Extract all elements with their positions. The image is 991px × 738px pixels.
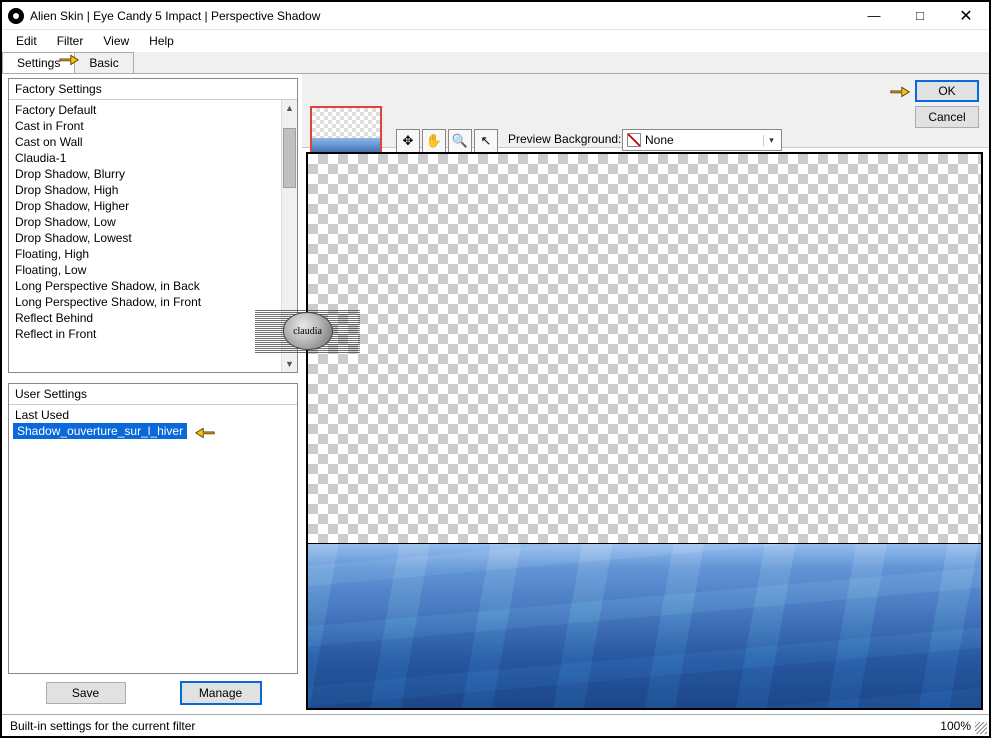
app-icon [8,8,24,24]
statusbar: Built-in settings for the current filter… [2,714,989,736]
tab-settings[interactable]: Settings [2,52,75,73]
tutorial-pointer-icon [889,82,911,100]
menu-view[interactable]: View [93,32,139,50]
preview-tools: ✥ ✋ 🔍 ↖ [396,129,498,153]
minimize-button[interactable]: ― [851,3,897,29]
preview-bg-value: None [645,133,674,147]
preview-canvas[interactable] [306,152,983,710]
window-controls: ― □ ✕ [851,3,989,29]
list-item[interactable]: Drop Shadow, Low [9,214,297,230]
preview-bg-label: Preview Background: [508,132,621,146]
hand-tool-icon[interactable]: ✋ [422,129,446,153]
save-button[interactable]: Save [46,682,126,704]
list-item[interactable]: Floating, Low [9,262,297,278]
cancel-button[interactable]: Cancel [915,106,979,128]
zoom-level: 100% [940,719,971,733]
maximize-button[interactable]: □ [897,3,943,29]
titlebar: Alien Skin | Eye Candy 5 Impact | Perspe… [2,2,989,30]
menu-edit[interactable]: Edit [6,32,47,50]
zoom-tool-icon[interactable]: 🔍 [448,129,472,153]
list-item[interactable]: Last Used [9,407,297,423]
list-item[interactable]: Drop Shadow, Lowest [9,230,297,246]
left-panel: Factory Settings Factory Default Cast in… [2,74,302,714]
move-tool-icon[interactable]: ✥ [396,129,420,153]
menubar: Edit Filter View Help [2,30,989,52]
list-item[interactable]: Factory Default [9,102,297,118]
ok-button[interactable]: OK [915,80,979,102]
list-item[interactable]: Cast on Wall [9,134,297,150]
user-settings-list[interactable]: User Settings Last Used Shadow_ouverture… [8,383,298,674]
tab-basic[interactable]: Basic [74,52,133,73]
factory-header: Factory Settings [9,79,297,100]
list-item[interactable]: Reflect Behind [9,310,297,326]
tutorial-pointer-icon [194,423,216,441]
list-item[interactable]: Drop Shadow, High [9,182,297,198]
tabbar: Settings Basic [2,52,989,74]
scroll-down-icon[interactable]: ▼ [282,356,297,372]
user-header: User Settings [9,384,297,405]
menu-help[interactable]: Help [139,32,184,50]
manage-button[interactable]: Manage [181,682,261,704]
list-item-selected[interactable]: Shadow_ouverture_sur_l_hiver [13,423,187,439]
preset-buttons: Save Manage [8,674,298,712]
list-item[interactable]: Claudia-1 [9,150,297,166]
factory-list-body: Factory Default Cast in Front Cast on Wa… [9,100,297,372]
preview-thumbnail[interactable] [310,106,382,158]
list-item[interactable]: Floating, High [9,246,297,262]
right-panel: OK Cancel ✥ ✋ 🔍 ↖ Preview Background: [302,74,989,714]
chevron-down-icon: ▾ [763,135,781,146]
resize-grip-icon[interactable] [975,722,987,734]
list-item[interactable]: Cast in Front [9,118,297,134]
preview-bg-select[interactable]: None ▾ [622,129,782,151]
factory-scrollbar[interactable]: ▲ ▼ [281,100,297,372]
list-item[interactable]: Reflect in Front [9,326,297,342]
content-area: Factory Settings Factory Default Cast in… [2,74,989,714]
list-item[interactable]: Long Perspective Shadow, in Front [9,294,297,310]
close-button[interactable]: ✕ [943,3,989,29]
list-item[interactable]: Drop Shadow, Blurry [9,166,297,182]
toolbar-area: OK Cancel ✥ ✋ 🔍 ↖ Preview Background: [302,74,989,148]
none-swatch-icon [627,133,641,147]
pointer-tool-icon[interactable]: ↖ [474,129,498,153]
menu-filter[interactable]: Filter [47,32,94,50]
scroll-up-icon[interactable]: ▲ [282,100,297,116]
window-title: Alien Skin | Eye Candy 5 Impact | Perspe… [30,9,851,23]
user-list-body: Last Used Shadow_ouverture_sur_l_hiver [9,405,297,673]
status-text: Built-in settings for the current filter [10,719,195,733]
rendered-floor [308,543,981,708]
list-item[interactable]: Long Perspective Shadow, in Back [9,278,297,294]
list-item[interactable]: Drop Shadow, Higher [9,198,297,214]
factory-settings-list[interactable]: Factory Settings Factory Default Cast in… [8,78,298,373]
scroll-thumb[interactable] [283,128,296,188]
plugin-window: Alien Skin | Eye Candy 5 Impact | Perspe… [0,0,991,738]
